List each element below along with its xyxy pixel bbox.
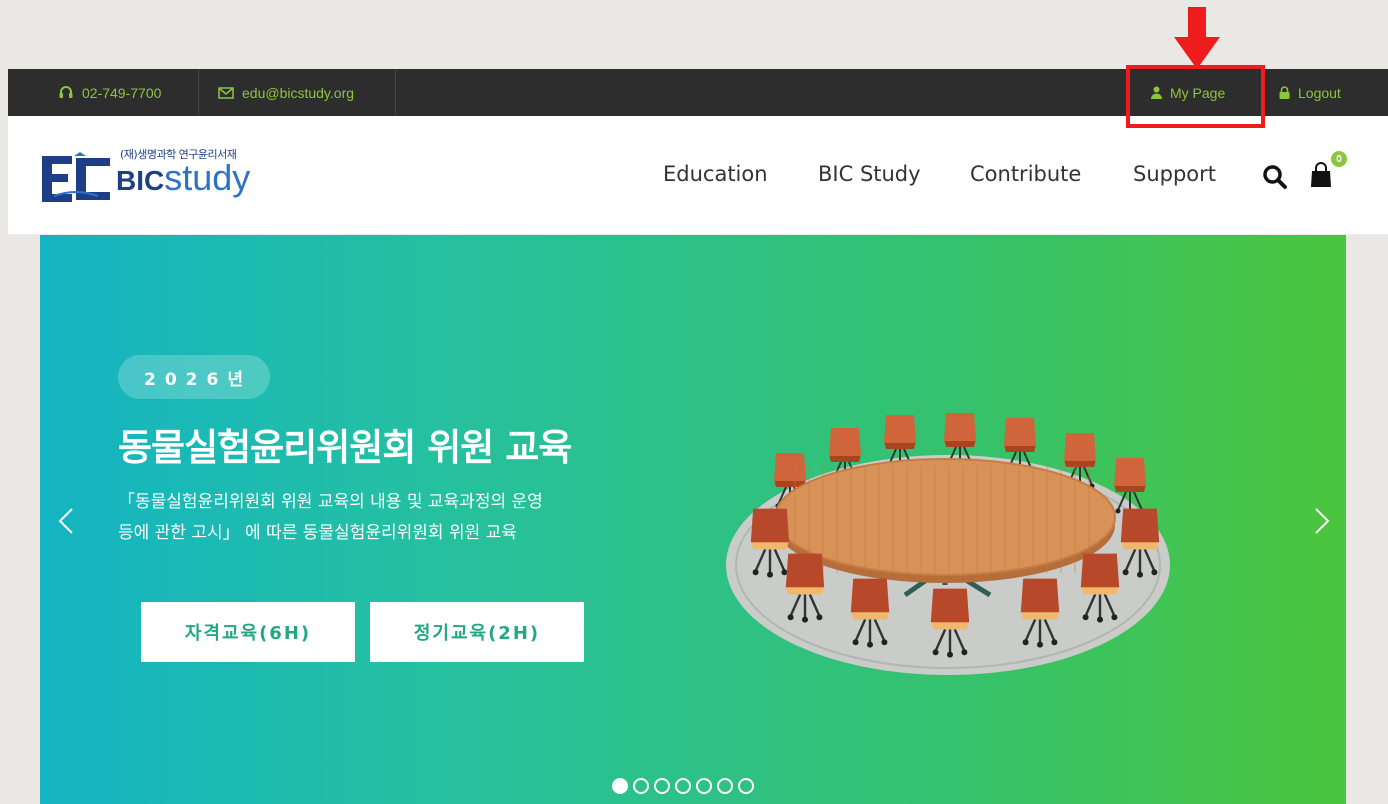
chevron-right-icon[interactable]	[1306, 501, 1336, 541]
year-pill: 2026년	[118, 355, 270, 399]
chair	[1080, 553, 1120, 623]
nav-bic-study[interactable]: BIC Study	[818, 162, 921, 186]
logout-label: Logout	[1298, 84, 1341, 101]
slider-dot[interactable]	[738, 778, 754, 794]
divider	[198, 69, 199, 116]
search-icon[interactable]	[1262, 164, 1288, 194]
chair	[1020, 578, 1060, 648]
slider-dot[interactable]	[717, 778, 733, 794]
phone-number: 02-749-7700	[82, 84, 162, 101]
logo[interactable]: (재)생명과학 연구윤리서재 BICstudy	[40, 146, 290, 210]
nav-contribute[interactable]: Contribute	[970, 162, 1081, 186]
hero-title: 동물실험윤리위원회 위원 교육	[118, 426, 572, 469]
slider-dot[interactable]	[612, 778, 628, 794]
chair	[930, 588, 970, 658]
envelope-icon	[218, 85, 234, 101]
cart-button[interactable]	[1310, 162, 1332, 192]
chair	[750, 508, 790, 578]
logo-study: study	[164, 157, 251, 198]
logo-mark-icon	[42, 152, 110, 202]
email-address: edu@bicstudy.org	[242, 84, 355, 101]
chevron-left-icon[interactable]	[52, 501, 82, 541]
slider-dot[interactable]	[696, 778, 712, 794]
logout-link[interactable]: Logout	[1278, 69, 1341, 116]
regular-course-button[interactable]: 정기교육(2H)	[370, 602, 584, 662]
email-link[interactable]: edu@bicstudy.org	[218, 69, 354, 116]
phone-link[interactable]: 02-749-7700	[58, 69, 161, 116]
qualification-course-button[interactable]: 자격교육(6H)	[141, 602, 355, 662]
shopping-bag-icon	[1311, 162, 1331, 187]
site-header: (재)생명과학 연구윤리서재 BICstudy Education BIC St…	[8, 116, 1388, 235]
slider-dot[interactable]	[654, 778, 670, 794]
round-table-illustration	[726, 413, 1170, 675]
chair	[1114, 458, 1146, 516]
arrow-down-icon	[1174, 7, 1220, 69]
chair	[1120, 508, 1160, 578]
divider	[395, 69, 396, 116]
slider-dot[interactable]	[633, 778, 649, 794]
cart-count-badge: 0	[1331, 151, 1347, 167]
highlight-box	[1126, 65, 1265, 128]
logo-bic: BIC	[116, 165, 165, 196]
nav-education[interactable]: Education	[663, 162, 768, 186]
chair	[785, 553, 825, 623]
lock-icon	[1278, 85, 1290, 101]
chair	[850, 578, 890, 648]
slider-dot[interactable]	[675, 778, 691, 794]
nav-support[interactable]: Support	[1133, 162, 1216, 186]
hero-slider: 2026년 동물실험윤리위원회 위원 교육 「동물실험윤리위원회 위원 교육의 …	[40, 235, 1346, 804]
hero-description: 「동물실험윤리위원회 위원 교육의 내용 및 교육과정의 운영 등에 관한 고시…	[118, 492, 543, 543]
logo-wordmark: BICstudy	[116, 158, 250, 201]
headset-icon	[58, 85, 74, 101]
slider-pagination	[612, 778, 754, 794]
